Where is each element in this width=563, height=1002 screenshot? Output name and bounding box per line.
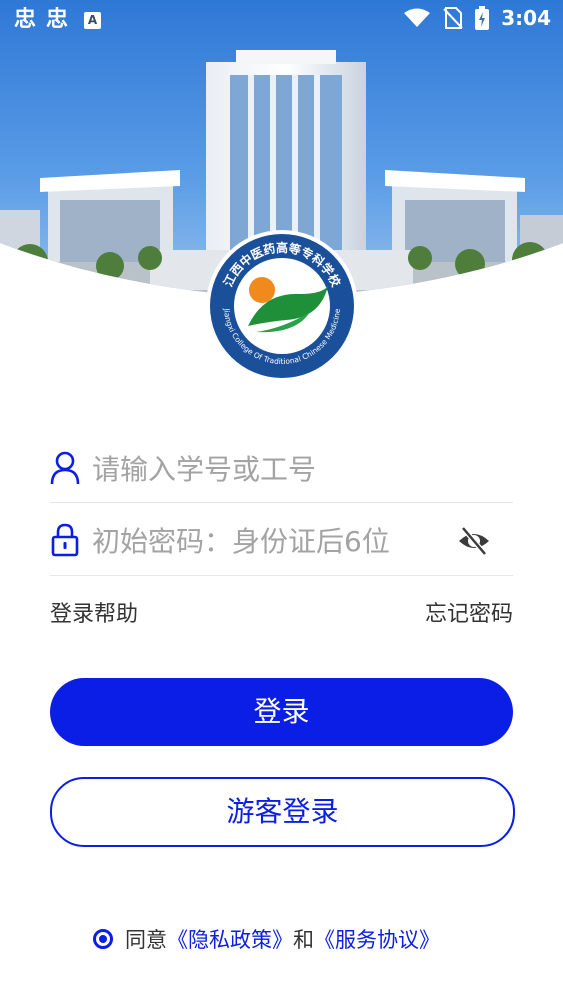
forgot-password-link[interactable]: 忘记密码 [425,596,513,628]
privacy-policy-link[interactable]: 《隐私政策》 [167,924,293,954]
eye-off-icon[interactable] [457,524,491,558]
guest-login-button[interactable]: 游客登录 [50,777,515,847]
agreement-conjunction: 和 [293,928,314,952]
agreement-radio[interactable] [93,929,113,949]
college-logo: 江西中医药高等专科学校 Jiangxi College Of Tradition… [206,230,358,382]
notification-app-icon: 忠 [46,7,69,32]
agreement-row: 同意 《隐私政策》 和 《服务协议》 [93,924,440,954]
notification-a-icon: A [84,11,102,29]
user-icon [50,451,80,485]
agreement-prefix: 同意 [125,928,167,952]
username-input[interactable] [90,446,464,492]
lock-icon [51,523,79,557]
status-bar-notifications: 忠 忠 A [14,6,102,34]
password-row [50,510,513,576]
service-agreement-link[interactable]: 《服务协议》 [314,924,440,954]
status-bar-system: 3:04 [403,6,551,30]
status-bar: 忠 忠 A 3:04 [0,0,563,40]
login-help-link[interactable]: 登录帮助 [50,596,138,628]
no-sim-icon [443,7,463,29]
status-time: 3:04 [501,6,551,30]
notification-app-icon: 忠 [14,7,37,32]
password-input[interactable] [90,518,464,564]
login-button[interactable]: 登录 [50,678,513,746]
wifi-icon [404,8,431,27]
username-row [50,438,513,503]
radio-checked-dot [99,935,107,943]
battery-charging-icon [475,6,490,30]
